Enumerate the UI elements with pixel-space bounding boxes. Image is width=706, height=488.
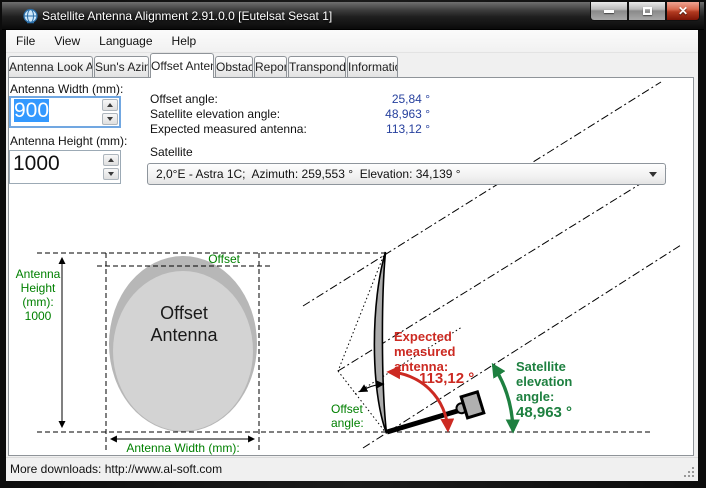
elevation-label-line1: Satellite xyxy=(516,359,566,374)
elevation-label-line2: elevation xyxy=(516,374,572,389)
antenna-height-input[interactable]: 1000 xyxy=(9,150,121,184)
tab-transponders[interactable]: Transponders xyxy=(288,56,346,77)
menu-language[interactable]: Language xyxy=(90,31,161,51)
title-bar[interactable]: Satellite Antenna Alignment 2.91.0.0 [Eu… xyxy=(2,2,704,30)
satellite-select[interactable]: 2,0°E - Astra 1C; Azimuth: 259,553 ° Ele… xyxy=(147,163,666,185)
front-height-label-line4: 1000 xyxy=(25,309,52,323)
width-spin-down-button[interactable] xyxy=(102,113,118,125)
maximize-button[interactable] xyxy=(628,2,666,21)
front-height-label-line3: (mm): xyxy=(22,295,53,309)
expected-label-line2: measured xyxy=(394,344,455,359)
antenna-height-label: Antenna Height (mm): xyxy=(10,134,127,148)
satellite-selected-option: 2,0°E - Astra 1C; Azimuth: 259,553 ° Ele… xyxy=(148,167,649,181)
minimize-button[interactable] xyxy=(590,2,628,21)
window-title: Satellite Antenna Alignment 2.91.0.0 [Eu… xyxy=(42,9,332,23)
lnb-arm xyxy=(387,409,464,432)
tab-obstacles[interactable]: Obstacles xyxy=(215,56,253,77)
arrow-down-icon xyxy=(108,172,114,176)
chevron-down-icon xyxy=(649,172,657,177)
width-spin-up-button[interactable] xyxy=(102,99,118,111)
tab-offset-antenna[interactable]: Offset Antenna xyxy=(150,53,214,78)
tab-information[interactable]: Information xyxy=(347,56,398,77)
offset-angle-label: Offset angle: xyxy=(150,92,218,106)
height-spin-down-button[interactable] xyxy=(103,168,119,180)
side-offset-angle-label-line1: Offset xyxy=(331,402,363,416)
expected-label-line1: Expected xyxy=(394,329,452,344)
signal-ray-middle xyxy=(338,168,666,371)
front-offset-label: Offset xyxy=(208,252,240,266)
height-spin-up-button[interactable] xyxy=(103,154,119,166)
front-dish-inner xyxy=(113,271,253,431)
tab-report[interactable]: Report xyxy=(254,56,287,77)
status-bar: More downloads: http://www.al-soft.com xyxy=(6,457,698,481)
menu-bar: File View Language Help xyxy=(6,30,698,53)
tab-antenna-look-angles[interactable]: Antenna Look Angles xyxy=(8,56,93,77)
arrow-up-icon xyxy=(108,158,114,162)
antenna-width-label: Antenna Width (mm): xyxy=(10,82,123,96)
antenna-width-input[interactable]: 900 xyxy=(9,96,121,128)
maximize-icon xyxy=(643,7,652,15)
lnb xyxy=(453,392,483,420)
satellite-label: Satellite xyxy=(150,145,193,159)
offset-angle-value: 25,84 ° xyxy=(340,92,430,106)
resize-grip-icon[interactable] xyxy=(692,475,694,477)
expected-measured-value: 113,12 ° xyxy=(340,122,430,136)
arrow-down-icon xyxy=(107,117,113,121)
menu-help[interactable]: Help xyxy=(163,31,206,51)
front-height-label-line2: Height xyxy=(21,281,56,295)
antenna-height-value[interactable]: 1000 xyxy=(10,151,103,183)
front-dish-title-line2: Antenna xyxy=(150,325,218,345)
front-height-label-line1: Antenna xyxy=(16,267,61,281)
satellite-elevation-label: Satellite elevation angle: xyxy=(150,107,280,121)
front-width-label: Antenna Width (mm): xyxy=(126,441,239,455)
elevation-angle-arc xyxy=(493,365,513,431)
minimize-icon xyxy=(604,10,614,13)
elevation-angle-value: 48,963 ° xyxy=(516,404,572,421)
status-downloads-text: More downloads: http://www.al-soft.com xyxy=(10,462,222,476)
app-globe-icon xyxy=(22,8,39,25)
satellite-elevation-value: 48,963 ° xyxy=(340,107,430,121)
side-offset-angle-label-line2: angle: xyxy=(331,416,364,430)
menu-file[interactable]: File xyxy=(7,31,44,51)
antenna-width-value[interactable]: 900 xyxy=(14,99,49,122)
arrow-up-icon xyxy=(107,103,113,107)
front-dish-title-line1: Offset xyxy=(160,303,208,323)
close-icon: ✕ xyxy=(678,5,688,17)
expected-measured-label: Expected measured antenna: xyxy=(150,122,307,136)
elevation-label-line3: angle: xyxy=(516,389,554,404)
tab-suns-azimuth[interactable]: Sun's Azimuth xyxy=(94,56,149,77)
close-button[interactable]: ✕ xyxy=(666,2,700,21)
app-window: Satellite Antenna Alignment 2.91.0.0 [Eu… xyxy=(0,0,706,488)
menu-view[interactable]: View xyxy=(45,31,89,51)
expected-angle-value: 113,12 ° xyxy=(419,370,474,387)
